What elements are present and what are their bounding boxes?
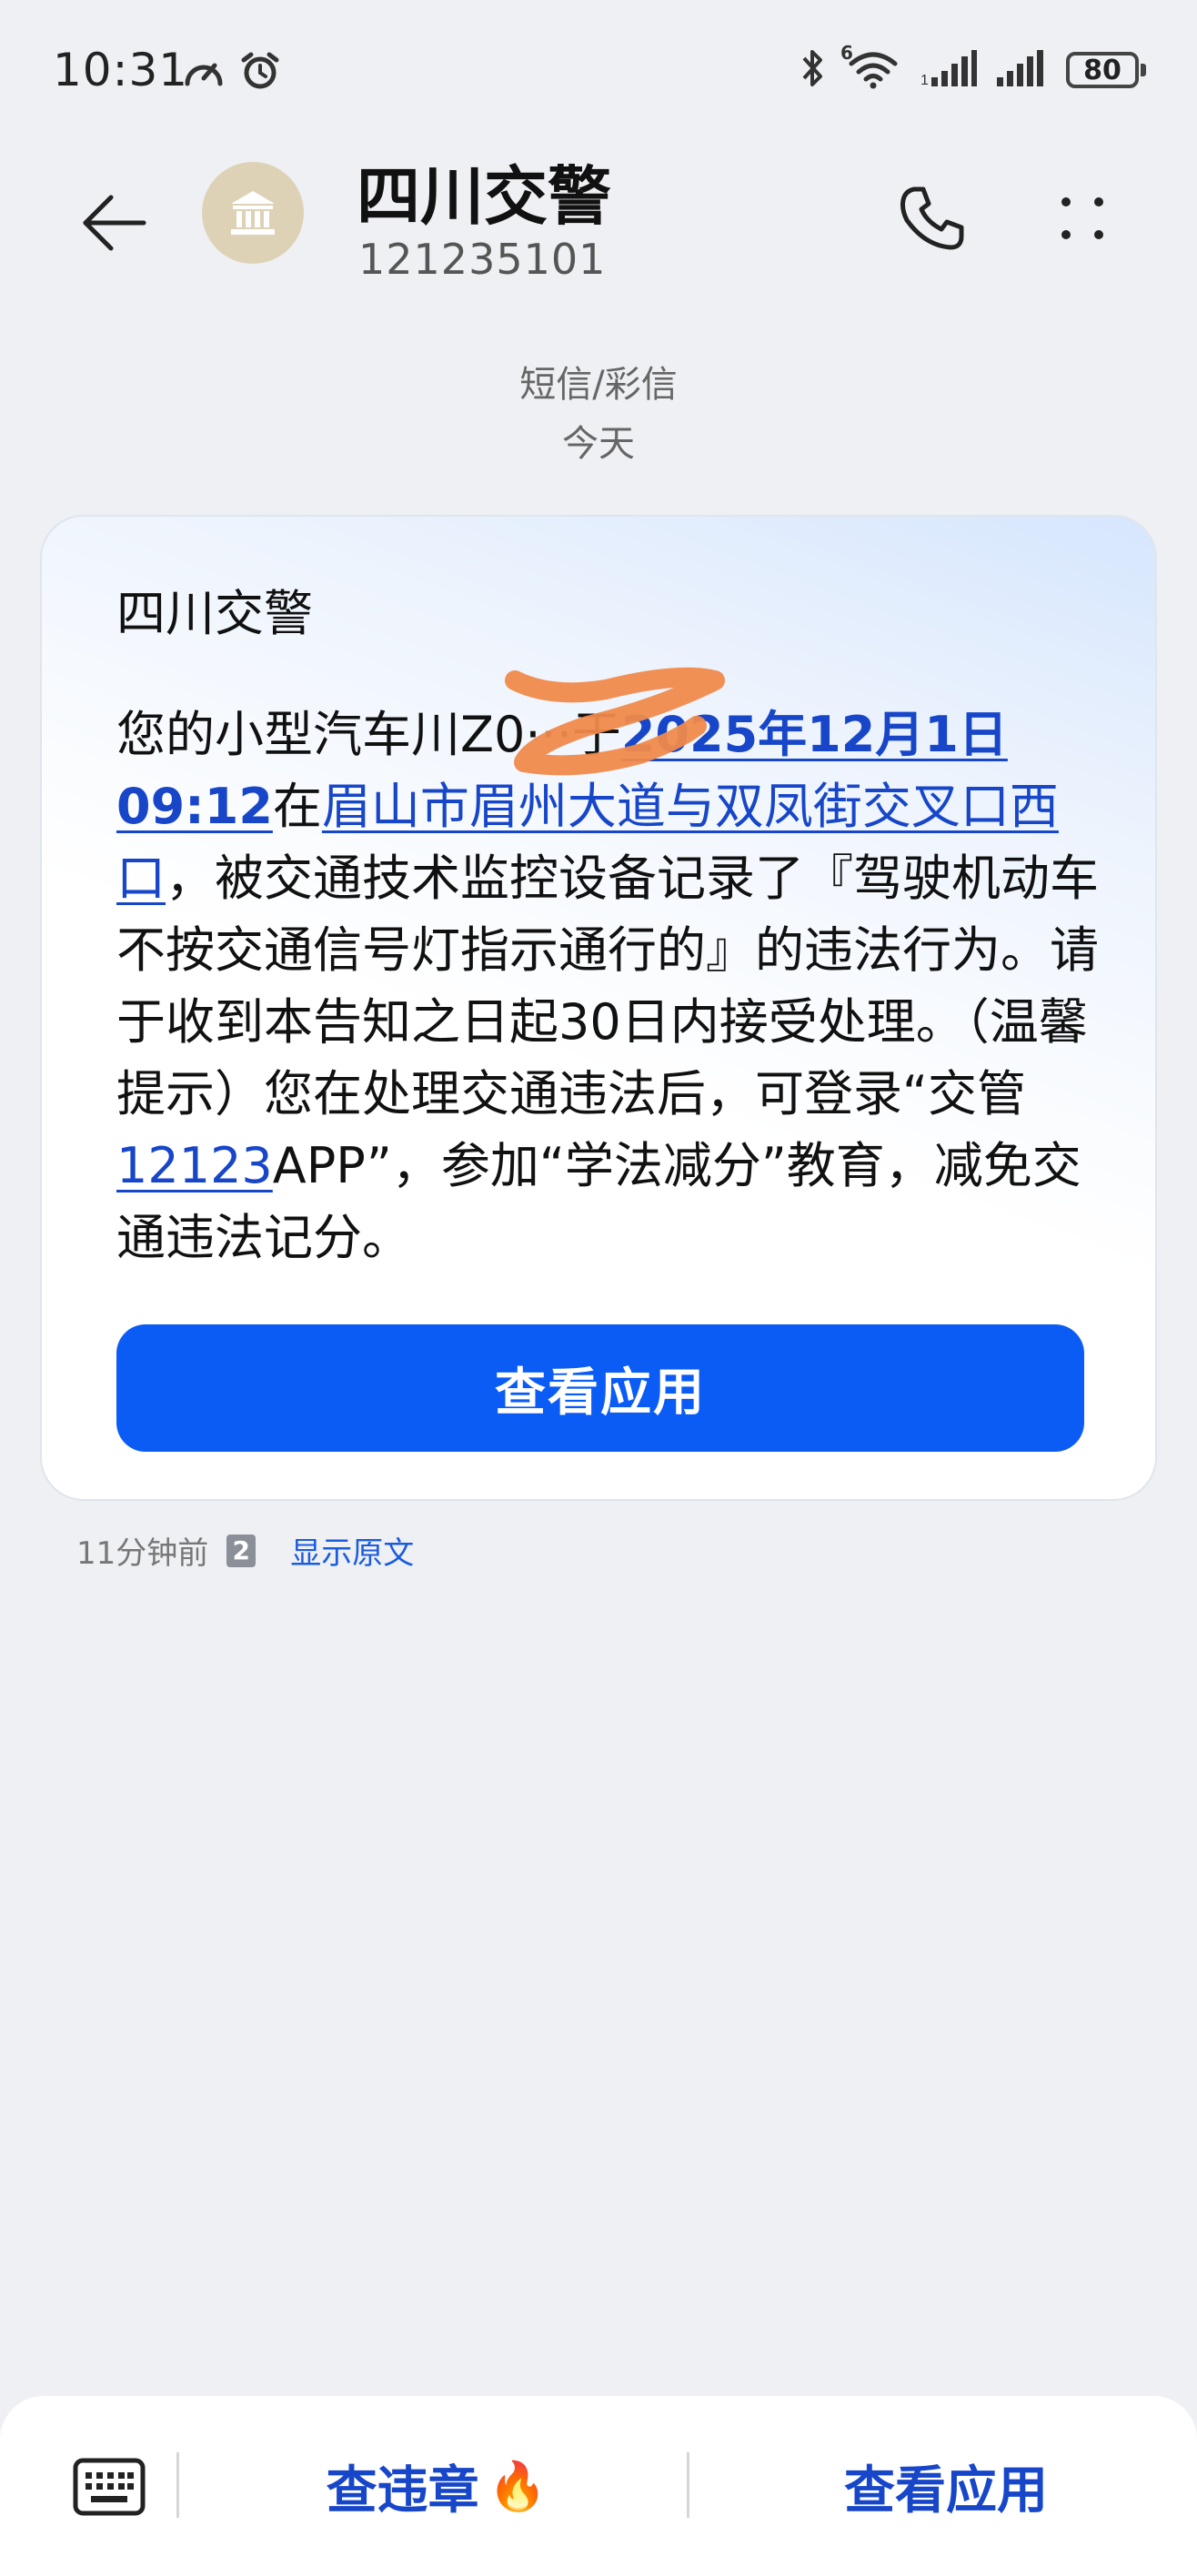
call-button[interactable]	[887, 173, 978, 264]
status-bar: 10:31 6 1 80	[0, 0, 1197, 136]
sim-badge: 2	[226, 1534, 256, 1567]
signal-sim1-icon: 1	[920, 50, 977, 90]
contact-name: 四川交警	[357, 159, 611, 234]
check-violations-button[interactable]: 查违章 🔥	[273, 2445, 600, 2527]
speedometer-icon	[182, 51, 226, 95]
contact-number: 121235101	[358, 235, 607, 284]
signal-sim2-icon	[997, 50, 1046, 90]
avatar[interactable]	[202, 162, 304, 264]
back-arrow-icon	[83, 195, 146, 251]
show-original-link[interactable]: 显示原文	[290, 1528, 414, 1573]
masked-plate: ···	[525, 706, 572, 763]
body-yu: 于	[571, 706, 621, 763]
message-meta: 11分钟前 2 显示原文	[76, 1528, 414, 1573]
battery-icon: 80	[1066, 52, 1146, 88]
wifi-6-label: 6	[840, 42, 853, 64]
phone-icon	[900, 186, 964, 250]
keyboard-icon	[73, 2458, 146, 2516]
app-number-link[interactable]: 12123	[116, 1137, 273, 1194]
more-options-button[interactable]	[1037, 173, 1128, 264]
bluetooth-icon	[799, 47, 826, 93]
battery-level: 80	[1066, 52, 1139, 88]
fire-icon: 🔥	[488, 2459, 548, 2514]
status-right-icons: 6 1 80	[799, 42, 1146, 93]
battery-cap	[1141, 64, 1146, 76]
conversation-header: 四川交警 121235101	[0, 146, 1197, 300]
bottom-divider-1	[176, 2452, 179, 2518]
wifi-icon: 6	[840, 42, 900, 93]
card-sender: 四川交警	[116, 585, 313, 642]
status-time: 10:31	[53, 44, 189, 96]
check-violations-label: 查违章	[326, 2460, 479, 2521]
bottom-action-bar: 查违章 🔥 查看应用	[0, 2396, 1197, 2576]
body-middle: ，被交通技术监控设备记录了『驾驶机动车不按交通信号灯指示通行的』的违法行为。请于…	[116, 850, 1099, 1122]
alarm-icon	[238, 51, 282, 95]
back-button[interactable]	[73, 182, 155, 264]
message-card[interactable]: 四川交警 您的小型汽车川Z0···于2025年12月1日09:12在眉山市眉州大…	[40, 515, 1157, 1501]
status-left-icons	[182, 51, 282, 95]
government-building-icon	[231, 191, 275, 235]
message-time: 11分钟前	[76, 1535, 209, 1572]
bottom-divider-2	[687, 2452, 689, 2518]
more-dots-icon	[1061, 197, 1103, 239]
body-zai: 在	[272, 778, 322, 835]
message-type-label: 短信/彩信	[519, 364, 678, 406]
svg-text:1: 1	[920, 73, 929, 86]
body-prefix: 您的小型汽车川Z0	[116, 706, 526, 763]
keyboard-button[interactable]	[65, 2454, 153, 2520]
view-app-button[interactable]: 查看应用	[116, 1324, 1084, 1452]
bottom-view-app-button[interactable]: 查看应用	[782, 2445, 1110, 2527]
message-body: 您的小型汽车川Z0···于2025年12月1日09:12在眉山市眉州大道与双凤街…	[116, 699, 1126, 1273]
date-separator: 今天	[562, 423, 635, 465]
